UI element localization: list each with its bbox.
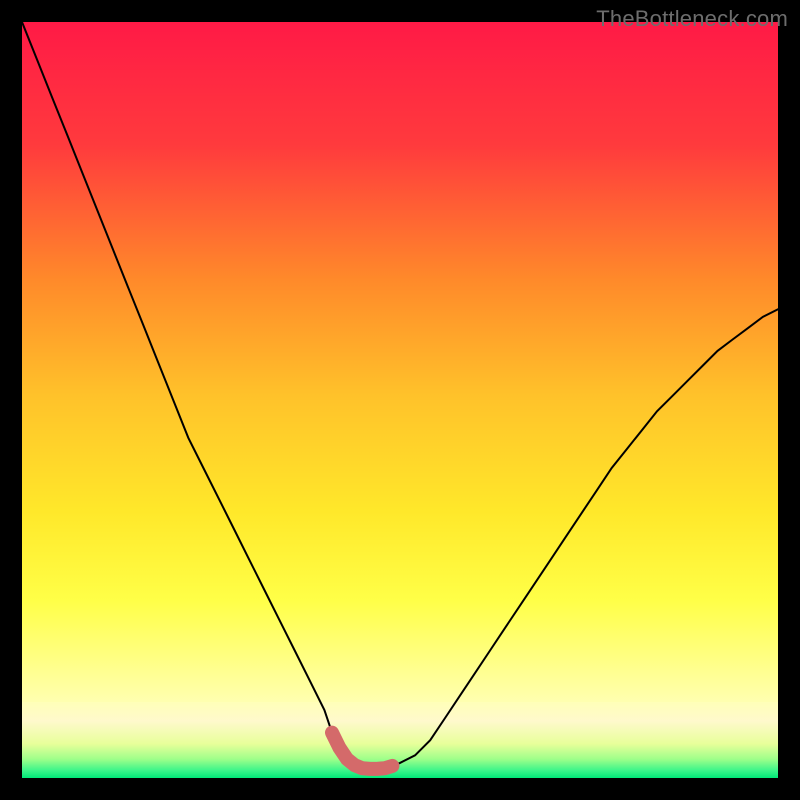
bottleneck-chart-svg [22, 22, 778, 778]
gradient-background [22, 22, 778, 702]
chart-frame: TheBottleneck.com [0, 0, 800, 800]
watermark-text: TheBottleneck.com [596, 6, 788, 32]
plot-area [22, 22, 778, 778]
bottom-band [22, 702, 778, 778]
